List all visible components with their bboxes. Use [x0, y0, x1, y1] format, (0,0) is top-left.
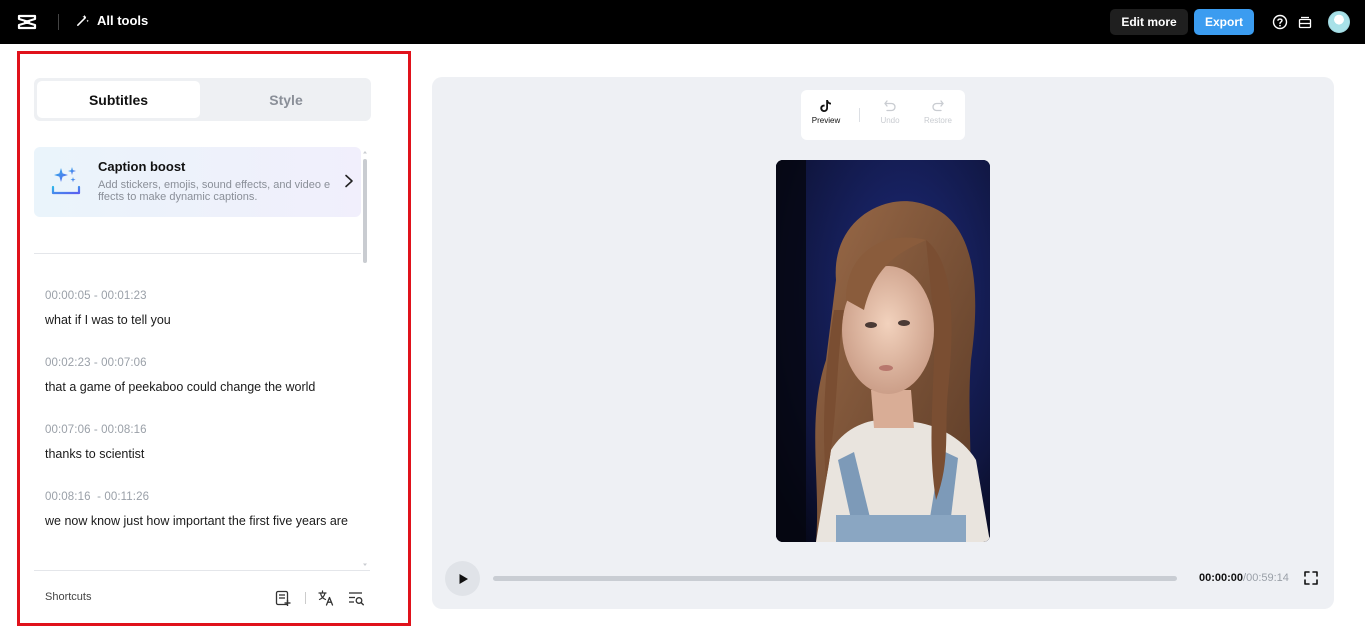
progress-bar[interactable]	[493, 576, 1177, 581]
subtitle-time: 00:02:23 - 00:07:06	[45, 357, 147, 369]
translate-icon[interactable]	[317, 589, 335, 607]
subtitle-text[interactable]: what if I was to tell you	[45, 312, 355, 328]
undo-label: Undo	[880, 116, 900, 125]
capcut-logo-icon[interactable]	[16, 11, 38, 33]
subtitle-time: 00:07:06 - 00:08:16	[45, 424, 147, 436]
divider	[34, 570, 370, 571]
sparkle-caption-icon	[51, 167, 81, 195]
scrollbar-thumb[interactable]	[363, 159, 367, 263]
undo-button[interactable]: Undo	[870, 99, 910, 125]
subtitle-time: 00:08:16 - 00:11:26	[45, 491, 150, 503]
subtitle-item[interactable]: 00:02:23 - 00:07:06 that a game of peeka…	[45, 357, 355, 395]
toolbar-divider	[859, 108, 860, 122]
subtitle-item[interactable]: 00:00:05 - 00:01:23 what if I was to tel…	[45, 290, 355, 328]
subtitle-time: 00:00:05 - 00:01:23	[45, 290, 147, 302]
divider	[34, 253, 361, 254]
video-frame-image	[776, 160, 990, 542]
tiktok-icon	[820, 100, 831, 112]
current-time: 00:00:00	[1199, 572, 1244, 584]
magic-wand-icon	[77, 14, 89, 26]
edit-more-button[interactable]: Edit more	[1110, 9, 1188, 35]
help-icon[interactable]	[1272, 14, 1288, 30]
top-bar: All tools Edit more Export	[0, 0, 1365, 44]
total-time: /00:59:14	[1243, 572, 1289, 584]
layers-icon[interactable]	[1297, 14, 1313, 30]
tab-style[interactable]: Style	[204, 81, 368, 118]
restore-button[interactable]: Restore	[918, 99, 958, 125]
export-button[interactable]: Export	[1194, 9, 1254, 35]
preview-label: Preview	[811, 116, 841, 125]
preview-button[interactable]: Preview	[806, 99, 846, 125]
search-subtitles-icon[interactable]	[347, 589, 365, 607]
subtitle-text[interactable]: thanks to scientist	[45, 446, 355, 462]
add-subtitle-icon[interactable]	[274, 589, 292, 607]
redo-icon	[932, 100, 944, 112]
avatar[interactable]	[1328, 11, 1350, 33]
scroll-down-arrow-icon[interactable]	[362, 562, 368, 568]
play-button[interactable]	[445, 561, 480, 596]
restore-label: Restore	[923, 116, 952, 125]
shortcuts-link[interactable]: Shortcuts	[45, 591, 91, 603]
subtitle-item[interactable]: 00:08:16 - 00:11:26 we now know just how…	[45, 491, 355, 529]
subtitle-text[interactable]: that a game of peekaboo could change the…	[45, 379, 355, 395]
caption-boost-title: Caption boost	[98, 159, 186, 174]
fullscreen-icon[interactable]	[1303, 570, 1319, 586]
undo-icon	[884, 100, 896, 112]
video-preview[interactable]	[776, 160, 990, 542]
caption-boost-card[interactable]: Caption boost Add stickers, emojis, soun…	[34, 147, 361, 217]
footer-divider	[305, 592, 306, 604]
play-icon	[459, 573, 468, 584]
subtitles-panel: Subtitles Style Caption boost Add sticke…	[17, 51, 411, 626]
caption-boost-description: Add stickers, emojis, sound effects, and…	[98, 179, 331, 203]
preview-area: Preview Undo Restore 00:00:00/00:59:14	[432, 77, 1334, 609]
topbar-divider	[58, 14, 59, 30]
all-tools-button[interactable]: All tools	[75, 13, 148, 28]
all-tools-label: All tools	[97, 13, 149, 28]
scroll-up-arrow-icon[interactable]	[362, 149, 368, 155]
tab-subtitles[interactable]: Subtitles	[37, 81, 200, 118]
preview-toolbar: Preview Undo Restore	[801, 90, 965, 140]
subtitle-item[interactable]: 00:07:06 - 00:08:16 thanks to scientist	[45, 424, 355, 462]
subtitle-text[interactable]: we now know just how important the first…	[45, 513, 355, 529]
time-display: 00:00:00/00:59:14	[1199, 572, 1289, 584]
chevron-right-icon	[345, 174, 353, 188]
panel-tabs: Subtitles Style	[34, 78, 371, 121]
